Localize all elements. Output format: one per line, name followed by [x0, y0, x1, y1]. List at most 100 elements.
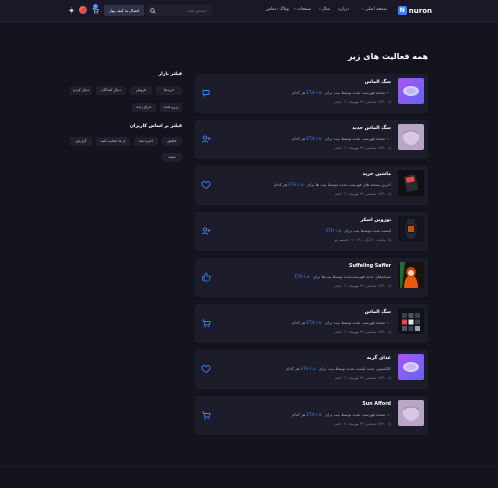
- filter-chip-purchases[interactable]: خریدها: [156, 86, 182, 95]
- activity-title[interactable]: ماشین خرید: [363, 172, 391, 177]
- add-user-icon[interactable]: [201, 226, 211, 236]
- nft-thumbnail[interactable]: [398, 124, 424, 150]
- like-icon[interactable]: [201, 272, 211, 282]
- user-icon: ⚇: [343, 284, 347, 288]
- logo-text: nuron: [408, 6, 432, 15]
- filter-chip-following[interactable]: دنبال کردن: [70, 86, 92, 95]
- logo[interactable]: N nuron: [397, 6, 432, 15]
- time-text: ۱۹:۳۰ دسامبر: [365, 376, 386, 380]
- activity-card[interactable]: Suffeling Saffer نسخه‌های جدید فهرست‌شده…: [195, 258, 428, 297]
- desc-suffix: هر کدام: [274, 182, 289, 187]
- nft-thumbnail[interactable]: [398, 354, 424, 380]
- date-text: ۲۹ مهرماه: [348, 376, 364, 380]
- time-text: ۱۹:۳۰ دسامبر: [365, 146, 386, 150]
- price-text: ETH ۲.۵۰: [306, 136, 324, 141]
- clock-icon: ◷: [387, 146, 391, 150]
- search-icon[interactable]: [150, 7, 156, 14]
- connect-wallet-button[interactable]: اتصال به کیف پول: [104, 5, 144, 16]
- filter-chip-followers[interactable]: دنبال کنندگان: [96, 86, 126, 95]
- filter-chip-saved[interactable]: ذخیره شد: [134, 137, 158, 146]
- nav-contact[interactable]: تماس: [266, 7, 276, 12]
- date-text: ۲۹ مهرماه: [348, 284, 364, 288]
- search-input[interactable]: جستجو بکنید: [187, 8, 207, 13]
- activity-meta: ◷ ۱۹:۳۰ دسامبر ۲۹ مهرماه ⚇ جانی: [334, 192, 391, 196]
- filter-chip-sales[interactable]: فروش: [130, 86, 152, 95]
- date-text: ۲۹ مهرماه: [348, 192, 364, 196]
- nft-thumbnail[interactable]: [398, 170, 424, 196]
- activity-card[interactable]: سگ الماس جدید ۱۰ نسخه فهرست شده توسط بیت…: [195, 120, 428, 159]
- time-text: ۱۹:۳۰ دسامبر: [365, 422, 386, 426]
- activity-title[interactable]: توروین اسکر: [361, 218, 391, 223]
- nft-thumbnail[interactable]: [398, 308, 424, 334]
- activity-title[interactable]: Sun Afford: [362, 402, 391, 407]
- activity-title[interactable]: سگ الماس: [365, 310, 391, 315]
- desc-text: آخرین نسخه های فهرست شده توسط بیت ها برا…: [305, 182, 391, 187]
- user-text: جانی: [334, 330, 342, 334]
- search-box[interactable]: جستجو بکنید: [146, 5, 212, 16]
- activity-meta: ◷ ۱۹:۳۰ دسامبر ۲۹ مهرماه ⚇ جانی: [334, 146, 391, 150]
- nav-example[interactable]: مثال ▾: [319, 7, 330, 12]
- nft-thumbnail[interactable]: [398, 262, 424, 288]
- user-avatar-icon[interactable]: [79, 6, 87, 14]
- nav-pages[interactable]: صفحات ▾: [294, 7, 311, 12]
- user-icon: ⚇: [343, 100, 347, 104]
- time-text: ۱۹:۳۰ دسامبر: [365, 100, 386, 104]
- user-text: جانی: [334, 192, 342, 196]
- heart-icon[interactable]: [201, 364, 211, 374]
- nav-home-label: صفحه اصلی: [364, 7, 387, 12]
- time-text: ۱۹:۳۰ دسامبر: [365, 192, 386, 196]
- desc-suffix: هر کدام: [292, 90, 307, 95]
- filter-chip-lover[interactable]: عاشق: [162, 137, 182, 146]
- date-text: ۲۹ مهرماه: [348, 100, 364, 104]
- activity-title[interactable]: سگ الماس: [365, 80, 391, 85]
- clock-icon: ◷: [387, 192, 391, 196]
- heart-icon[interactable]: [201, 180, 211, 190]
- activity-meta: ◷ ۱۹:۳۰ دسامبر ۲۹ مهرماه ⚇ جانی: [334, 100, 391, 104]
- activity-meta: ◷ ۱۹:۳۰ دسامبر ۲۹ مهرماه ⚇ جانی: [334, 376, 391, 380]
- market-filter-title: فیلتر بازار: [158, 72, 182, 77]
- desc-text: ۱۰ نسخه فهرست شده توسط بیت برای: [323, 412, 391, 417]
- cart-count-badge: 0: [93, 4, 98, 9]
- desc-text: کلکسیون جدید لیست شده توسط بیت برای: [317, 366, 391, 371]
- user-text: جانی: [334, 100, 342, 104]
- nav-home[interactable]: صفحه اصلی ▾: [362, 7, 387, 12]
- nft-thumbnail[interactable]: [398, 216, 424, 242]
- desc-suffix: هر کدام: [292, 136, 307, 141]
- activity-description: ۱۰ نسخه فهرست شده توسط بیت برای ETH ۲.۵۰…: [292, 136, 391, 141]
- activity-meta: ◷ ۱۹:۳۰ دسامبر ۲۹ مهرماه ⚇ جانی: [334, 284, 391, 288]
- activity-title[interactable]: سگ الماس جدید: [352, 126, 391, 131]
- activity-card[interactable]: ماشین خرید آخرین نسخه های فهرست شده توسط…: [195, 166, 428, 205]
- filter-chip-reserved[interactable]: رزرو شده: [160, 103, 182, 112]
- nav-about[interactable]: درباره: [338, 7, 349, 12]
- filter-chip-result[interactable]: نتیجه: [162, 153, 182, 162]
- activity-title[interactable]: Suffeling Saffer: [349, 264, 391, 269]
- time-text: ۱۹:۳۰ دسامبر: [365, 330, 386, 334]
- activity-card[interactable]: سگ الماس ۱۰ نسخه فهرست شده توسط بیت برای…: [195, 304, 428, 343]
- chevron-down-icon: ▾: [319, 7, 321, 11]
- clock-icon: ◷: [387, 100, 391, 104]
- nft-thumbnail[interactable]: [398, 78, 424, 104]
- cart-icon[interactable]: [201, 318, 211, 328]
- nft-thumbnail[interactable]: [398, 400, 424, 426]
- theme-toggle-icon[interactable]: [68, 7, 75, 14]
- activity-card[interactable]: توروین اسکر لیست شده توسط بیت برای ETH ۲…: [195, 212, 428, 251]
- filter-chip-report[interactable]: گزارش: [70, 137, 92, 146]
- cart-icon[interactable]: [201, 410, 211, 420]
- filter-chip-live-auction[interactable]: حراج زنده: [132, 103, 156, 112]
- desc-suffix: هر کدام: [292, 320, 307, 325]
- activity-description: ۱۰ نسخه فهرست شده توسط بیت برای ETH ۲.۵۰…: [292, 90, 391, 95]
- activity-title[interactable]: غذای گربه: [367, 356, 391, 361]
- user-icon: ⚇: [343, 376, 347, 380]
- activity-meta: ◷ ۱۹:۳۰ دسامبر ۲۹ مهرماه ⚇ جانی: [334, 330, 391, 334]
- nav-blog[interactable]: وبلاگ ▾: [276, 7, 289, 12]
- chevron-down-icon: ▾: [361, 7, 364, 11]
- activity-card[interactable]: Sun Afford ۱۰ نسخه فهرست شده توسط بیت بر…: [195, 396, 428, 435]
- add-user-icon[interactable]: [201, 134, 211, 144]
- activity-description: ۱۰ نسخه فهرست شده توسط بیت برای ETH ۲.۵۰…: [292, 412, 391, 417]
- activity-card[interactable]: سگ الماس ۱۰ نسخه فهرست شده توسط بیت برای…: [195, 74, 428, 113]
- filter-chip-support-us[interactable]: از ما حمایت کنید: [96, 137, 130, 146]
- activity-card[interactable]: غذای گربه کلکسیون جدید لیست شده توسط بیت…: [195, 350, 428, 389]
- chat-icon[interactable]: [201, 88, 211, 98]
- activity-description: ۱۰ نسخه فهرست شده توسط بیت برای ETH ۲.۵۰…: [292, 320, 391, 325]
- clock-icon: ◷: [387, 422, 391, 426]
